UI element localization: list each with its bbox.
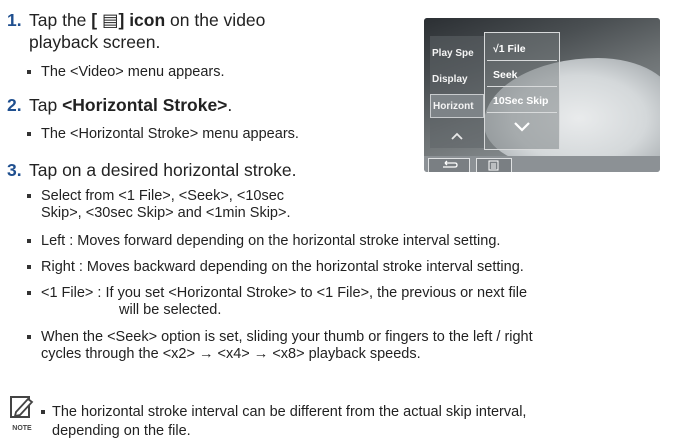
step-2-bullet: The <Horizontal Stroke> menu appears. [27, 126, 299, 143]
note-icon: NOTE [8, 394, 36, 434]
bullet-text-cont: Skip>, <30sec Skip> and <1min Skip>. [41, 205, 291, 221]
chevron-up-icon[interactable] [450, 128, 463, 140]
submenu-item-1-file[interactable]: √1 File [487, 37, 557, 61]
bullet-text: Select from <1 File>, <Seek>, <10sec [41, 188, 285, 204]
menu-icon-label: [ ▤] icon [91, 10, 166, 30]
back-button[interactable] [428, 158, 470, 172]
step-3-bullet-2: Left : Moves forward depending on the ho… [27, 233, 501, 250]
step-3: 3. Tap on a desired horizontal stroke. [7, 160, 297, 180]
video-menu: Play Spe Display Horizont [430, 36, 484, 148]
step-number: 1. [7, 10, 22, 30]
step-1-line2: playback screen. [29, 32, 161, 52]
submenu-item-10sec-skip[interactable]: 10Sec Skip [487, 89, 557, 113]
bullet-text: The <Horizontal Stroke> menu appears. [41, 126, 299, 142]
bottom-bar [424, 156, 660, 172]
step-3-bullet-1: Select from <1 File>, <Seek>, <10sec Skip… [27, 188, 291, 222]
bullet-text: Left : Moves forward depending on the ho… [41, 233, 501, 249]
bullet-text-cont: cycles through the <x2> → <x4> → <x8> pl… [41, 346, 421, 362]
step-3-bullet-4: <1 File> : If you set <Horizontal Stroke… [27, 285, 528, 319]
back-arrow-icon [443, 160, 458, 168]
note-line-1: The horizontal stroke interval can be di… [52, 404, 527, 420]
device-screenshot: Play Spe Display Horizont √1 File Seek 1… [424, 18, 660, 172]
submenu-item-seek[interactable]: Seek [487, 63, 557, 87]
step-3-bullet-5: When the <Seek> option is set, sliding y… [27, 329, 533, 363]
bullet-text: The <Video> menu appears. [41, 64, 225, 80]
horizontal-stroke-menu: √1 File Seek 10Sec Skip [484, 32, 560, 150]
menu-item-display[interactable]: Display [430, 68, 484, 92]
bullet-text: <1 File> : If you set <Horizontal Stroke… [41, 285, 528, 301]
note-text: The horizontal stroke interval can be di… [41, 403, 527, 441]
step-text-pre: Tap on a desired horizontal stroke. [29, 160, 297, 180]
menu-item-play-speed[interactable]: Play Spe [430, 42, 484, 66]
step-text-pre: Tap [29, 95, 63, 115]
step-text-post: . [227, 95, 233, 115]
step-text-pre: Tap the [29, 10, 92, 30]
step-number: 3. [7, 160, 22, 180]
menu-item-horizontal[interactable]: Horizont [430, 94, 484, 118]
note-line-2: depending on the file. [52, 423, 191, 439]
bullet-text-cont: will be selected. [119, 302, 222, 318]
step-1: 1. Tap the [ ▤] icon on the video [7, 10, 265, 30]
step-1-bullet: The <Video> menu appears. [27, 64, 225, 81]
step-3-bullet-3: Right : Moves backward depending on the … [27, 259, 524, 276]
step-2: 2. Tap <Horizontal Stroke>. [7, 95, 232, 115]
horizontal-stroke-label: <Horizontal Stroke> [62, 95, 228, 115]
menu-button[interactable] [476, 158, 512, 172]
step-number: 2. [7, 95, 22, 115]
step-text-post: on the video [165, 10, 266, 30]
chevron-down-icon[interactable] [513, 119, 530, 133]
bullet-text: Right : Moves backward depending on the … [41, 259, 524, 275]
note-label: NOTE [12, 425, 32, 432]
bullet-text: When the <Seek> option is set, sliding y… [41, 329, 533, 345]
menu-icon [488, 160, 499, 171]
